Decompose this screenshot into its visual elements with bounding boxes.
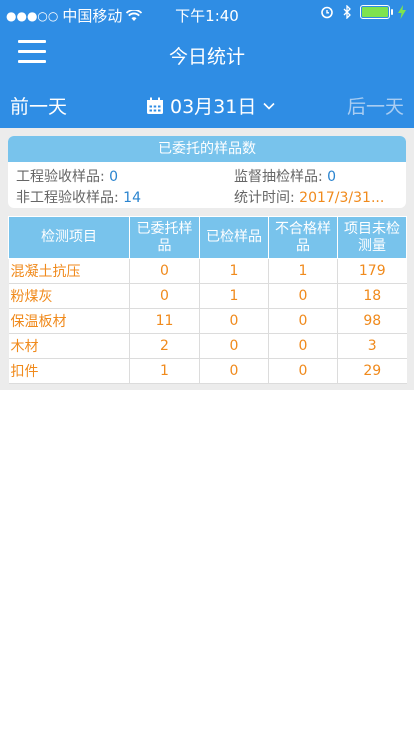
- tested-count: 1: [199, 283, 269, 309]
- untested-count: 98: [337, 308, 407, 334]
- untested-count: 179: [337, 258, 407, 284]
- failed-count: 1: [268, 258, 338, 284]
- entrusted-count: 1: [129, 358, 200, 384]
- col-header-untested: 项目未检测量: [337, 216, 407, 259]
- non-engineering-value: 14: [123, 190, 141, 206]
- stat-time-value: 2017/3/31...: [299, 190, 385, 206]
- entrusted-count: 2: [129, 333, 200, 359]
- failed-count: 0: [268, 358, 338, 384]
- table-row[interactable]: 混凝土抗压 0 1 1 179: [8, 258, 407, 284]
- summary-title: 已委托的样品数: [8, 136, 406, 162]
- status-right: [320, 5, 406, 19]
- alarm-icon: [321, 6, 333, 19]
- entrusted-count: 0: [129, 258, 200, 284]
- non-engineering-label: 非工程验收样品:: [16, 190, 119, 206]
- tested-count: 0: [199, 358, 269, 384]
- stat-time: 统计时间: 2017/3/31...: [234, 187, 384, 207]
- date-picker[interactable]: 03月31日: [146, 92, 276, 119]
- failed-count: 0: [268, 283, 338, 309]
- engineering-label: 工程验收样品:: [16, 169, 105, 185]
- status-bar: ●●●○○ 中国移动 下午1:40: [0, 0, 414, 28]
- date-bar: 前一天 03月31日 后一天: [0, 80, 414, 128]
- col-header-item: 检测项目: [8, 216, 130, 259]
- table-row[interactable]: 保温板材 11 0 0 98: [8, 308, 407, 334]
- battery-icon: [360, 5, 393, 19]
- chevron-down-icon: [263, 102, 275, 110]
- failed-count: 0: [268, 333, 338, 359]
- col-header-entrusted: 已委托样品: [129, 216, 200, 259]
- failed-count: 0: [268, 308, 338, 334]
- supervision-label: 监督抽检样品:: [234, 169, 323, 185]
- stats-table: 检测项目 已委托样品 已检样品 不合格样品 项目未检测量 混凝土抗压 0 1 1…: [8, 216, 407, 384]
- page-title: 今日统计: [168, 46, 245, 68]
- untested-count: 18: [337, 283, 407, 309]
- item-name: 混凝土抗压: [8, 258, 130, 284]
- untested-count: 3: [337, 333, 407, 359]
- entrusted-count: 11: [129, 308, 200, 334]
- col-header-failed: 不合格样品: [268, 216, 338, 259]
- tested-count: 0: [199, 308, 269, 334]
- engineering-stat: 工程验收样品: 0: [16, 166, 118, 186]
- untested-count: 29: [337, 358, 407, 384]
- nav-bar: 今日统计: [0, 28, 414, 80]
- engineering-value: 0: [109, 169, 119, 185]
- table-header-row: 检测项目 已委托样品 已检样品 不合格样品 项目未检测量: [8, 216, 407, 259]
- table-row[interactable]: 扣件 1 0 0 29: [8, 358, 407, 384]
- tested-count: 0: [199, 333, 269, 359]
- entrusted-count: 0: [129, 283, 200, 309]
- tested-count: 1: [199, 258, 269, 284]
- date-label: 03月31日: [170, 96, 257, 118]
- stat-time-label: 统计时间:: [234, 190, 295, 206]
- table-row[interactable]: 粉煤灰 0 1 0 18: [8, 283, 407, 309]
- item-name: 粉煤灰: [8, 283, 130, 309]
- item-name: 扣件: [8, 358, 130, 384]
- prev-day-button[interactable]: 前一天: [10, 92, 67, 119]
- table-row[interactable]: 木材 2 0 0 3: [8, 333, 407, 359]
- calendar-icon: [147, 97, 163, 114]
- charging-icon: [398, 5, 406, 19]
- content-area: 已委托的样品数 工程验收样品: 0 监督抽检样品: 0 非工程验收样品: 14 …: [0, 128, 414, 736]
- item-name: 木材: [8, 333, 130, 359]
- top-bar: ●●●○○ 中国移动 下午1:40 今日统计 前一天 03月31日 后一天: [0, 0, 414, 128]
- supervision-stat: 监督抽检样品: 0: [234, 166, 336, 186]
- next-day-button[interactable]: 后一天: [347, 92, 404, 119]
- non-engineering-stat: 非工程验收样品: 14: [16, 187, 141, 207]
- item-name: 保温板材: [8, 308, 130, 334]
- col-header-tested: 已检样品: [199, 216, 269, 259]
- supervision-value: 0: [327, 169, 337, 185]
- bluetooth-icon: [343, 5, 351, 19]
- summary-card: 已委托的样品数 工程验收样品: 0 监督抽检样品: 0 非工程验收样品: 14 …: [8, 136, 406, 208]
